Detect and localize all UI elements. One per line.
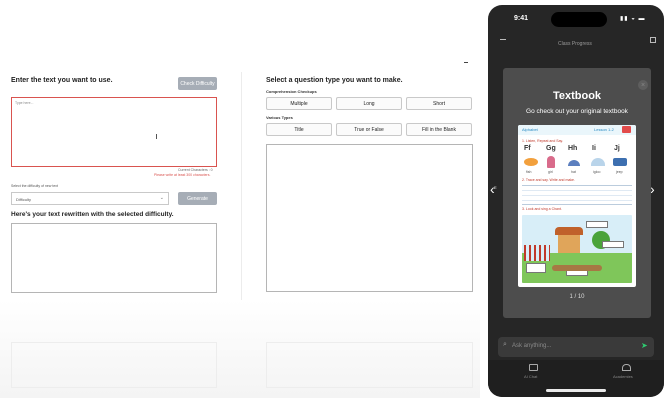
blank-box-2 [602,241,624,248]
top-dash [464,62,468,63]
page-indicator: 1 / 10 [569,294,585,300]
section3-text: 3. Look and sing a Chant. [522,207,562,211]
letter-g: Gg [546,145,556,152]
words-row: fish girl hat igloo jeep [522,170,634,176]
search-icon: ⌕ [503,341,507,348]
rewritten-heading: Here's your text rewritten with the sele… [11,211,174,218]
chat-icon[interactable] [529,364,538,371]
minimize-icon[interactable] [500,39,506,40]
status-icons: ▮▮ ◒ ▬ [620,16,646,22]
send-icon[interactable]: ➤ [641,341,648,350]
letter-i: Ii [592,145,596,152]
modal-title: Textbook [552,90,602,102]
true-false-button[interactable]: True or False [336,123,402,136]
comprehension-label: Comprehension Checkups [266,89,317,94]
status-time: 9:41 [514,15,529,22]
text-cursor-icon [156,134,157,139]
section2-text: 2. Trace and say. Write and make. [522,178,575,182]
generate-button[interactable]: Generate [178,192,217,205]
multiple-button[interactable]: Multiple [266,97,332,110]
reflection-box-right [266,342,473,388]
current-characters: Current Characters : 0 [178,168,213,172]
nav-title: Class Progress [558,41,592,47]
tab-ai-chat[interactable]: AI Chat [524,374,537,379]
left-heading: Enter the text you want to use. [11,77,113,84]
short-button[interactable]: Short [406,97,472,110]
ask-placeholder: Ask anything... [512,343,552,349]
home-indicator [546,389,606,392]
reflection-box-left [11,342,217,388]
check-difficulty-button[interactable]: Check Difficulty [178,77,217,90]
page-header-right: Lesson 1-2 [594,127,614,132]
expand-icon[interactable] [650,37,656,43]
dynamic-island [551,12,607,27]
path-shape [552,265,602,271]
word-hat: hat [571,170,576,174]
chevron-down-icon: ⌄ [159,195,164,201]
igloo-icon [591,158,605,166]
roof-shape [555,227,583,235]
blank-box-4 [526,263,546,273]
side-label-icon: E [494,185,497,190]
textbook-modal: × Textbook Go check out your original te… [503,68,651,318]
letter-f: Ff [524,145,531,152]
fence-shape [524,245,550,261]
word-igloo: igloo [593,170,601,174]
min-characters-warning: Please write at least 300 characters. [154,173,211,177]
academy-icon[interactable] [622,364,631,371]
tracing-lines [522,185,632,205]
hat-icon [568,160,580,166]
letter-h: Hh [568,145,578,152]
long-button[interactable]: Long [336,97,402,110]
word-girl: girl [548,170,553,174]
text-placeholder: Type here... [15,101,34,105]
ask-input[interactable]: ⌕ Ask anything... ➤ [498,337,654,357]
house-icon [558,233,580,253]
letter-j: Jj [614,145,620,152]
tab-academies[interactable]: Academies [613,374,633,379]
source-text-area[interactable]: Type here... [11,97,217,167]
blank-box-1 [586,221,608,228]
modal-subtitle: Go check out your original textbook [526,108,628,115]
phone-frame: 9:41 ▮▮ ◒ ▬ Class Progress ‹ › E × Textb… [488,5,664,397]
jeep-icon [613,158,627,166]
difficulty-label: Select the difficulty of new text [11,184,59,188]
question-output-area[interactable] [266,144,473,292]
title-button[interactable]: Title [266,123,332,136]
section1-text: 1. Listen, Repeat and Say. [522,139,563,143]
page-header-left: Alphabet [522,127,538,132]
rewritten-text-area[interactable] [11,223,217,293]
letters-row: Ff Gg Hh Ii Jj [522,145,634,155]
chant-illustration [522,215,632,283]
close-icon[interactable]: × [638,80,648,90]
girl-icon [547,156,555,168]
word-jeep: jeep [616,170,623,174]
difficulty-select[interactable]: Difficulty ⌄ [11,192,169,205]
difficulty-value: Difficulty [16,197,32,202]
right-heading: Select a question type you want to make. [266,77,403,84]
fish-icon [524,158,538,166]
fill-blank-button[interactable]: Fill in the Blank [406,123,472,136]
bus-icon [622,126,631,133]
panel-divider [241,72,242,300]
various-types-label: Various Types [266,115,293,120]
word-fish: fish [526,170,532,174]
textbook-page[interactable]: Alphabet Lesson 1-2 1. Listen, Repeat an… [518,125,636,287]
